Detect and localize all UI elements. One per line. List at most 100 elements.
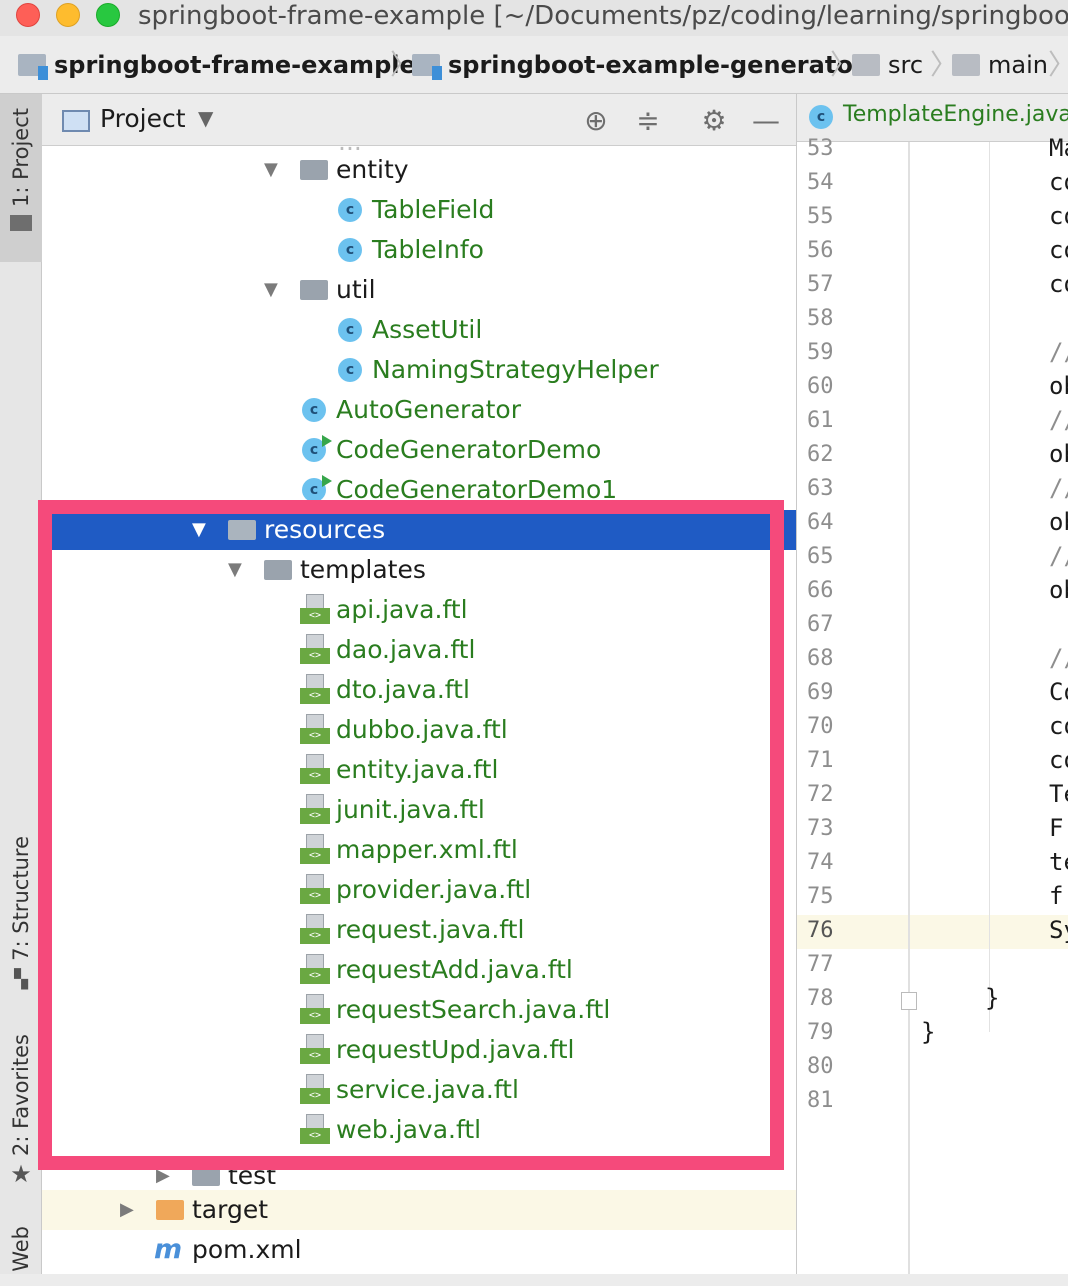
code-line[interactable]: // [1049, 644, 1068, 672]
code-line[interactable]: co [1049, 270, 1068, 298]
tree-row-ftl-file[interactable]: <> requestUpd.java.ftl [42, 1030, 796, 1070]
tree-row-ftl-file[interactable]: <> api.java.ftl [42, 590, 796, 630]
minimize-icon[interactable]: — [748, 102, 784, 138]
line-number: 69 [807, 680, 834, 705]
gutter-divider [909, 142, 910, 1274]
fold-marker-icon[interactable] [901, 992, 917, 1010]
line-number: 59 [807, 340, 834, 365]
line-number: 68 [807, 646, 834, 671]
code-line[interactable]: Te [1049, 780, 1068, 808]
tab-web[interactable]: Web [0, 1226, 42, 1286]
line-number: 73 [807, 816, 834, 841]
code-line[interactable]: ob [1049, 372, 1068, 400]
tree-row-class[interactable]: c CodeGeneratorDemo1 [42, 470, 796, 510]
crosshair-icon[interactable]: ⊕ [578, 102, 614, 138]
line-number: 55 [807, 204, 834, 229]
tree-row-ftl-file[interactable]: <> junit.java.ftl [42, 790, 796, 830]
expand-arrow-icon[interactable]: ▼ [228, 550, 242, 590]
code-line[interactable]: Ma [1049, 134, 1068, 162]
line-number: 53 [807, 136, 834, 161]
ftl-file-icon: <> [300, 834, 330, 864]
tree-row-ftl-file[interactable]: <> web.java.ftl [42, 1110, 796, 1150]
tree-row-class[interactable]: c AssetUtil [42, 310, 796, 350]
tree-row-ftl-file[interactable]: <> service.java.ftl [42, 1070, 796, 1110]
tree-row-ftl-file[interactable]: <> provider.java.ftl [42, 870, 796, 910]
ftl-file-icon: <> [300, 1114, 330, 1144]
tree-row-class[interactable]: c CodeGeneratorDemo [42, 430, 796, 470]
breadcrumb-separator-icon: 〉 [1048, 48, 1068, 82]
line-number: 79 [807, 1020, 834, 1045]
code-line[interactable]: ob [1049, 440, 1068, 468]
code-line[interactable]: te [1049, 848, 1068, 876]
code-line[interactable]: Co [1049, 678, 1068, 706]
code-line[interactable]: // [1049, 474, 1068, 502]
code-line[interactable]: // [1049, 406, 1068, 434]
tree-row-resources[interactable]: ▼ resources [42, 510, 796, 550]
code-line[interactable]: co [1049, 168, 1068, 196]
expand-arrow-icon[interactable]: ▼ [192, 510, 206, 550]
maximize-window-button[interactable] [96, 3, 120, 27]
tree-row-ftl-file[interactable]: <> requestAdd.java.ftl [42, 950, 796, 990]
breadcrumb-item-src[interactable]: src [852, 48, 923, 82]
breadcrumb-item-module[interactable]: springboot-example-generator [412, 48, 865, 82]
collapse-arrow-icon[interactable]: ▶ [120, 1190, 134, 1230]
ftl-file-icon: <> [300, 1034, 330, 1064]
code-line[interactable]: F. [1049, 814, 1068, 842]
collapse-icon[interactable]: ≑ [630, 102, 666, 138]
tree-row-ftl-file[interactable]: <> mapper.xml.ftl [42, 830, 796, 870]
code-line[interactable]: f. [1049, 882, 1068, 910]
line-number: 54 [807, 170, 834, 195]
tree-row-class[interactable]: c TableField [42, 190, 796, 230]
tree-row-class[interactable]: c TableInfo [42, 230, 796, 270]
project-panel-header: Project ▼ ⊕ ≑ ⚙ — [42, 94, 796, 146]
tree-row-ftl-file[interactable]: <> dubbo.java.ftl [42, 710, 796, 750]
code-line[interactable]: } [921, 1018, 935, 1046]
code-line[interactable]: co [1049, 712, 1068, 740]
breadcrumb-item-project[interactable]: springboot-frame-example [18, 48, 416, 82]
chevron-down-icon[interactable]: ▼ [198, 106, 213, 130]
tree-row-util[interactable]: ▼ util [42, 270, 796, 310]
tree-row-pom[interactable]: m pom.xml [42, 1230, 796, 1270]
tree-row-class[interactable]: c NamingStrategyHelper [42, 350, 796, 390]
code-line[interactable]: Sy [1049, 916, 1068, 944]
tree-row-target[interactable]: ▶ target [42, 1190, 796, 1230]
gear-icon[interactable]: ⚙ [696, 102, 732, 138]
line-number: 57 [807, 272, 834, 297]
line-number: 58 [807, 306, 834, 331]
breadcrumb-item-main[interactable]: main [952, 48, 1048, 82]
tree-row-ftl-file[interactable]: <> dao.java.ftl [42, 630, 796, 670]
line-number: 64 [807, 510, 834, 535]
star-icon: ★ [10, 1159, 32, 1188]
code-line[interactable]: // [1049, 338, 1068, 366]
code-line[interactable]: ob [1049, 576, 1068, 604]
line-number: 74 [807, 850, 834, 875]
code-line[interactable]: co [1049, 236, 1068, 264]
tree-row-ftl-file[interactable]: <> request.java.ftl [42, 910, 796, 950]
java-class-icon: c [338, 358, 362, 382]
tree-row-entity[interactable]: ▼ entity [42, 150, 796, 190]
tree-row-ftl-file[interactable]: <> requestSearch.java.ftl [42, 990, 796, 1030]
code-line[interactable]: } [985, 984, 999, 1012]
tree-row-ftl-file[interactable]: <> dto.java.ftl [42, 670, 796, 710]
code-line[interactable]: co [1049, 202, 1068, 230]
tab-structure[interactable]: 7: Structure ▚ [0, 836, 42, 996]
tree-row-ftl-file[interactable]: <> entity.java.ftl [42, 750, 796, 790]
tab-project[interactable]: 1: Project [0, 94, 42, 262]
resources-folder-icon [228, 520, 256, 540]
minimize-window-button[interactable] [56, 3, 80, 27]
ftl-file-icon: <> [300, 954, 330, 984]
code-line[interactable]: co [1049, 746, 1068, 774]
expand-arrow-icon[interactable]: ▼ [264, 150, 278, 190]
code-line[interactable]: // [1049, 542, 1068, 570]
tool-window-strip: 1: Project 7: Structure ▚ 2: Favorites ★… [0, 94, 42, 1274]
line-number: 81 [807, 1088, 834, 1113]
line-number: 62 [807, 442, 834, 467]
editor-tab-bar: c TemplateEngine.java [797, 94, 1068, 142]
tree-row-templates[interactable]: ▼ templates [42, 550, 796, 590]
expand-arrow-icon[interactable]: ▼ [264, 270, 278, 310]
project-view-selector[interactable]: Project [100, 104, 186, 133]
tab-favorites[interactable]: 2: Favorites ★ [0, 1034, 42, 1194]
tree-row-class[interactable]: c AutoGenerator [42, 390, 796, 430]
code-line[interactable]: ob [1049, 508, 1068, 536]
close-window-button[interactable] [16, 3, 40, 27]
